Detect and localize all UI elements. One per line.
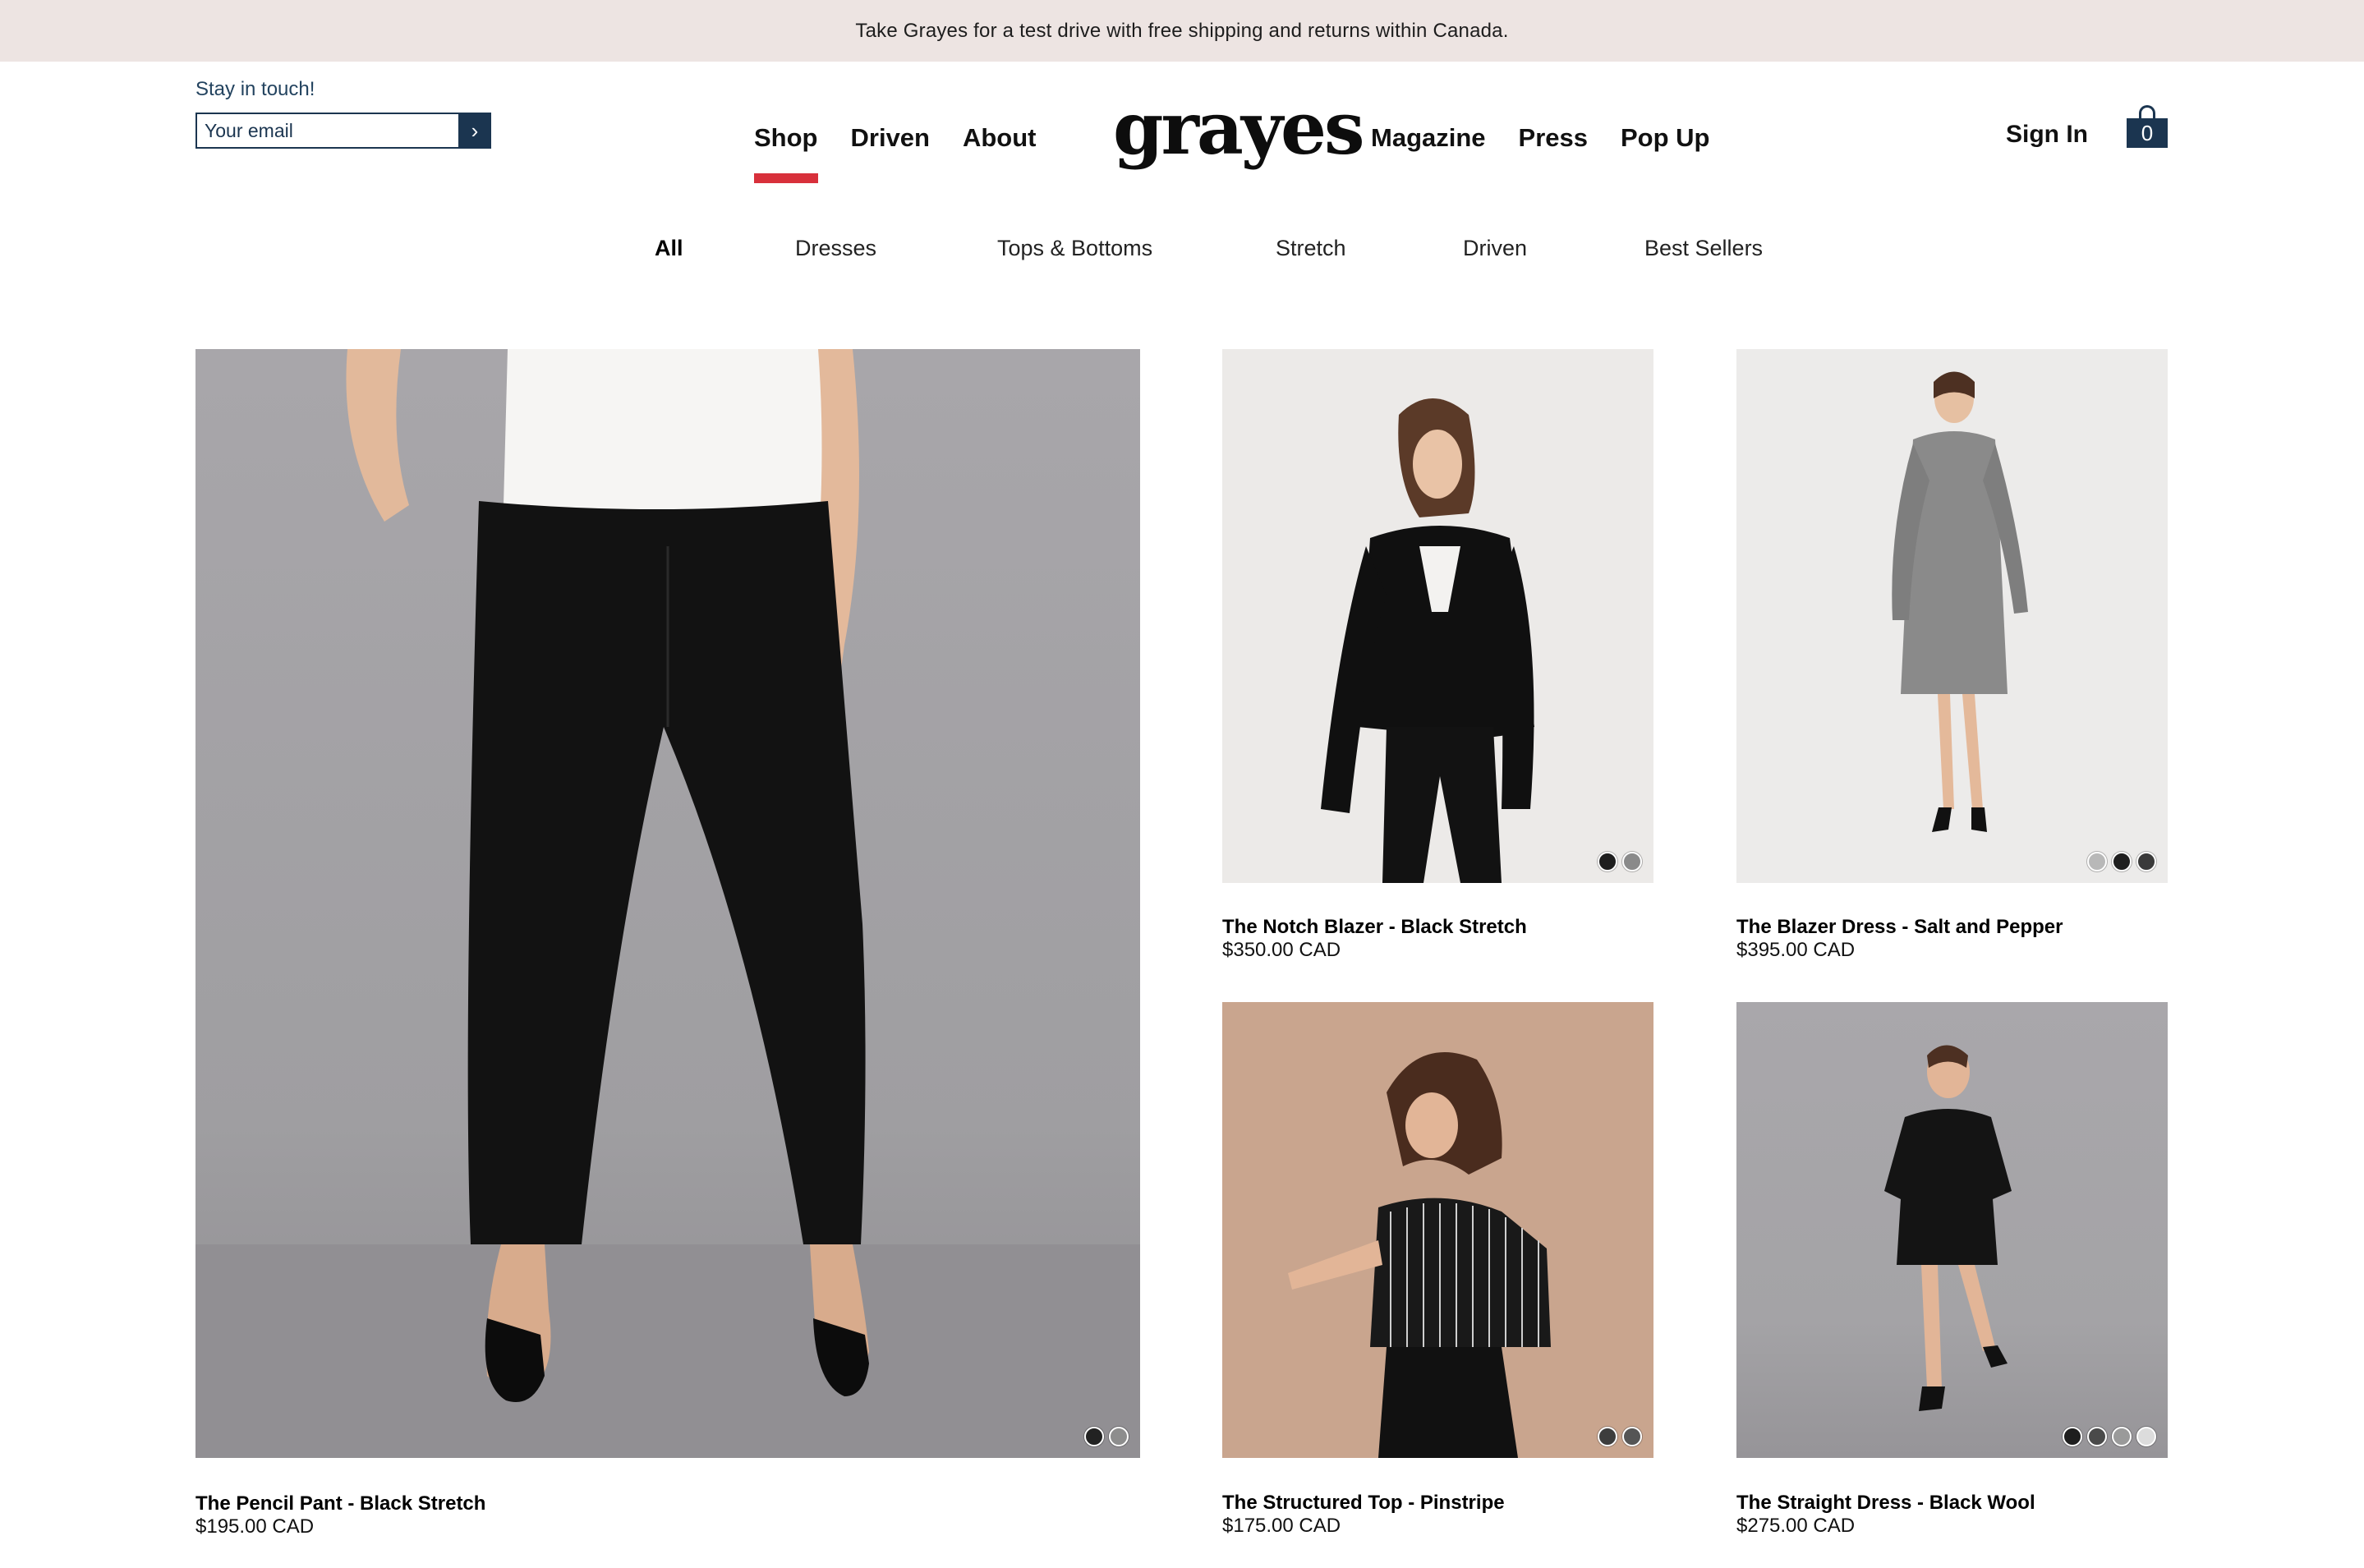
product-image[interactable] [1736,1002,2168,1458]
product-title[interactable]: The Straight Dress - Black Wool [1736,1492,2035,1515]
category-all[interactable]: All [655,236,683,261]
product-card[interactable]: The Straight Dress - Black Wool $275.00 … [1736,1002,2168,1552]
announcement-text: Take Grayes for a test drive with free s… [855,19,1509,42]
announcement-bar: Take Grayes for a test drive with free s… [0,0,2364,62]
category-stretch[interactable]: Stretch [1276,236,1346,261]
color-swatch[interactable] [1622,1427,1642,1446]
color-swatch[interactable] [2136,1427,2156,1446]
product-price: $395.00 CAD [1736,939,1856,961]
color-swatches [1598,1427,1642,1446]
product-image[interactable] [1222,349,1653,883]
color-swatch[interactable] [1598,852,1617,871]
brand-logo[interactable]: grayes [1113,92,1365,164]
category-nav: All Dresses Tops & Bottoms Stretch Drive… [0,236,2364,269]
color-swatch[interactable] [1109,1427,1129,1446]
newsletter-form: › [195,113,491,149]
blazer-dress-model-illustration [1892,371,2028,832]
nav-item-driven[interactable]: Driven [851,123,930,153]
color-swatch[interactable] [1622,852,1642,871]
color-swatches [2087,852,2156,871]
email-input[interactable] [195,113,458,149]
newsletter-label: Stay in touch! [195,78,315,100]
color-swatches [1084,1427,1129,1446]
newsletter-signup: Stay in touch! › [195,78,491,149]
product-price: $350.00 CAD [1222,939,1341,961]
color-swatch[interactable] [2112,1427,2132,1446]
product-image[interactable] [1736,349,2168,883]
pants-model-illustration [195,349,1140,1458]
nav-item-about[interactable]: About [963,123,1037,153]
product-price: $195.00 CAD [195,1515,315,1538]
nav-item-pop-up[interactable]: Pop Up [1621,123,1710,153]
category-dresses[interactable]: Dresses [795,236,876,261]
product-card[interactable]: The Blazer Dress - Salt and Pepper $395.… [1736,349,2168,973]
main-nav-left: Shop Driven About [754,123,1069,183]
color-swatches [2063,1427,2156,1446]
sign-in-link[interactable]: Sign In [2006,121,2088,149]
product-image[interactable] [1222,1002,1653,1458]
product-title[interactable]: The Pencil Pant - Black Stretch [195,1492,485,1515]
product-card[interactable]: The Notch Blazer - Black Stretch $350.00… [1222,349,1653,973]
color-swatch[interactable] [2087,852,2107,871]
product-title[interactable]: The Blazer Dress - Salt and Pepper [1736,916,2063,939]
product-card[interactable]: The Structured Top - Pinstripe $175.00 C… [1222,1002,1653,1552]
color-swatch[interactable] [2063,1427,2082,1446]
structured-top-model-illustration [1288,1052,1551,1458]
product-image[interactable] [195,349,1140,1458]
nav-item-magazine[interactable]: Magazine [1371,123,1486,153]
straight-dress-model-illustration [1884,1045,2012,1411]
category-best-sellers[interactable]: Best Sellers [1644,236,1763,261]
chevron-right-icon: › [471,117,479,143]
main-nav-right: Magazine Press Pop Up [1371,123,1743,153]
category-driven[interactable]: Driven [1463,236,1527,261]
product-title[interactable]: The Notch Blazer - Black Stretch [1222,916,1527,939]
color-swatch[interactable] [2136,852,2156,871]
category-tops-bottoms[interactable]: Tops & Bottoms [997,236,1152,261]
cart-button[interactable]: 0 [2127,105,2168,148]
product-card[interactable]: The Pencil Pant - Black Stretch $195.00 … [195,349,1140,1540]
cart-count: 0 [2127,118,2168,148]
product-title[interactable]: The Structured Top - Pinstripe [1222,1492,1505,1515]
color-swatch[interactable] [1598,1427,1617,1446]
blazer-model-illustration [1321,398,1534,883]
nav-item-shop[interactable]: Shop [754,123,818,183]
color-swatch[interactable] [1084,1427,1104,1446]
product-price: $175.00 CAD [1222,1515,1341,1537]
product-price: $275.00 CAD [1736,1515,1856,1537]
color-swatches [1598,852,1642,871]
color-swatch[interactable] [2087,1427,2107,1446]
color-swatch[interactable] [2112,852,2132,871]
newsletter-submit-button[interactable]: › [458,113,491,149]
nav-item-press[interactable]: Press [1519,123,1588,153]
